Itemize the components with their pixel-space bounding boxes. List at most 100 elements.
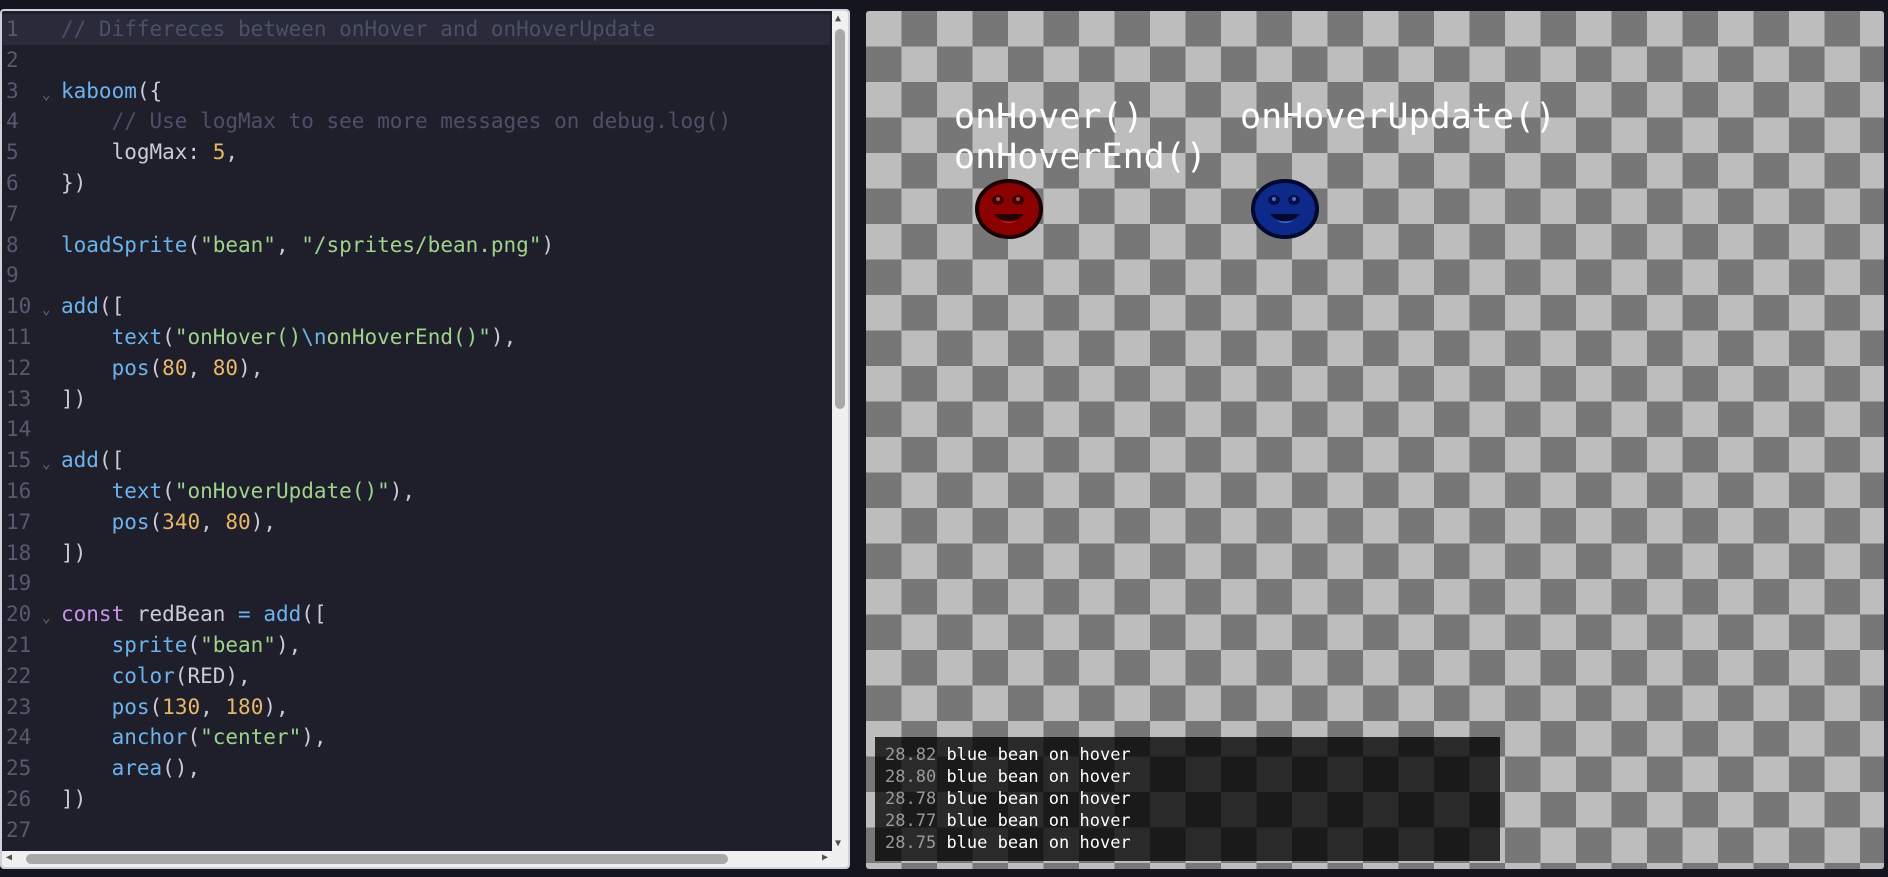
code-token: 80 <box>162 355 188 380</box>
horizontal-scroll-thumb[interactable] <box>26 854 728 864</box>
horizontal-scrollbar[interactable]: ◀ ▶ <box>2 851 848 867</box>
code-line[interactable]: 9 <box>2 260 830 291</box>
code-text: ]) <box>61 784 86 815</box>
code-token: ({ <box>136 78 163 103</box>
code-token: color <box>111 663 175 688</box>
log-message: blue bean on hover <box>946 767 1131 787</box>
code-token: ), <box>275 632 302 657</box>
line-number: 19 <box>6 571 32 596</box>
code-token: (RED), <box>174 663 251 688</box>
line-number: 20 <box>6 602 32 627</box>
line-number: 16 <box>6 478 32 503</box>
code-line[interactable]: 8 loadSprite("bean", "/sprites/bean.png") <box>2 230 830 261</box>
log-timestamp: 28.80 <box>885 767 937 787</box>
code-token: ), <box>389 478 416 503</box>
code-token: pos <box>111 355 150 380</box>
code-line[interactable]: 27 <box>2 815 830 846</box>
scroll-down-arrow-icon[interactable]: ▼ <box>835 838 841 849</box>
code-token: , <box>187 355 213 380</box>
code-line[interactable]: 17 pos(340, 80), <box>2 507 830 538</box>
code-line[interactable]: 26]) <box>2 784 830 815</box>
code-area[interactable]: 1 // Differeces between onHover and onHov… <box>2 14 830 846</box>
code-token: 180 <box>225 694 264 719</box>
code-line[interactable]: 10 ⌄ add([ <box>2 291 830 322</box>
code-line[interactable]: 3 ⌄ kaboom({ <box>2 76 830 107</box>
code-token: sprite <box>111 632 188 657</box>
game-canvas[interactable]: onHover() onHoverEnd() onHoverUpdate() 2… <box>866 11 1884 869</box>
code-line[interactable]: 4 // Use logMax to see more messages on … <box>2 106 830 137</box>
code-line[interactable]: 5 logMax: 5, <box>2 137 830 168</box>
blue-bean-sprite[interactable] <box>1250 178 1320 240</box>
scroll-up-arrow-icon[interactable]: ▲ <box>835 13 841 24</box>
line-number: 11 <box>6 324 32 349</box>
code-token: "onHoverUpdate()" <box>174 478 390 503</box>
code-token: ( <box>187 232 201 257</box>
code-editor[interactable]: 1 // Differeces between onHover and onHov… <box>0 9 850 869</box>
code-token: 130 <box>162 694 201 719</box>
code-text: add([ <box>61 291 124 322</box>
code-line[interactable]: 25 area(), <box>2 753 830 784</box>
code-text: area(), <box>61 753 201 784</box>
code-text: text("onHover()\nonHoverEnd()"), <box>61 322 517 353</box>
code-line[interactable]: 13]) <box>2 384 830 415</box>
line-number: 3 <box>6 78 19 103</box>
code-token: ( <box>162 478 175 503</box>
code-token: ), <box>250 509 276 534</box>
code-token: redBean <box>124 602 239 627</box>
code-token: ]) <box>61 540 87 565</box>
code-text: anchor("center"), <box>61 722 327 753</box>
code-line[interactable]: 6}) <box>2 168 830 199</box>
scroll-left-arrow-icon[interactable]: ◀ <box>6 852 12 863</box>
line-number: 2 <box>6 47 19 72</box>
line-number: 10 <box>6 294 32 319</box>
code-line[interactable]: 7 <box>2 199 830 230</box>
line-number: 9 <box>6 263 19 288</box>
code-line[interactable]: 12 pos(80, 80), <box>2 353 830 384</box>
code-line[interactable]: 22 color(RED), <box>2 661 830 692</box>
line-number: 21 <box>6 632 32 657</box>
code-token: anchor <box>111 725 188 750</box>
code-line[interactable]: 11 text("onHover()\nonHoverEnd()"), <box>2 322 830 353</box>
code-line[interactable]: 20 ⌄ const redBean = add([ <box>2 599 830 630</box>
code-line[interactable]: 2 <box>2 45 830 76</box>
code-line[interactable]: 1 // Differeces between onHover and onHov… <box>2 14 830 45</box>
red-bean-sprite[interactable] <box>974 178 1044 240</box>
code-token: = <box>238 602 251 627</box>
code-token: ( <box>149 694 163 719</box>
scroll-right-arrow-icon[interactable]: ▶ <box>822 852 828 863</box>
code-token: , <box>225 140 239 165</box>
line-number: 1 <box>6 17 19 41</box>
code-text: const redBean = add([ <box>61 599 327 630</box>
code-token: 80 <box>212 355 239 380</box>
code-token: 80 <box>225 509 251 534</box>
code-line[interactable]: 18]) <box>2 538 830 569</box>
code-token: }) <box>61 170 87 195</box>
code-line[interactable]: 21 sprite("bean"), <box>2 630 830 661</box>
code-line[interactable]: 14 <box>2 414 830 445</box>
log-entry: 28.78 blue bean on hover <box>875 788 1500 810</box>
code-line[interactable]: 15 ⌄ add([ <box>2 445 830 476</box>
code-token: text <box>111 324 163 349</box>
log-timestamp: 28.75 <box>885 833 937 853</box>
code-line[interactable]: 19 <box>2 568 830 599</box>
vertical-scroll-thumb[interactable] <box>835 29 845 409</box>
log-timestamp: 28.77 <box>885 811 937 831</box>
code-token: add <box>61 294 99 319</box>
code-token: , <box>275 232 302 257</box>
vertical-scrollbar[interactable]: ▲ ▼ <box>832 11 848 851</box>
code-token: (), <box>162 756 201 781</box>
code-token: // Differeces between onHover and onHove… <box>61 17 656 41</box>
code-text: // Use logMax to see more messages on de… <box>61 106 732 137</box>
code-line[interactable]: 16 text("onHoverUpdate()"), <box>2 476 830 507</box>
code-text: kaboom({ <box>61 76 162 107</box>
code-line[interactable]: 24 anchor("center"), <box>2 722 830 753</box>
code-token: logMax: <box>61 140 213 165</box>
code-line[interactable]: 23 pos(130, 180), <box>2 692 830 723</box>
